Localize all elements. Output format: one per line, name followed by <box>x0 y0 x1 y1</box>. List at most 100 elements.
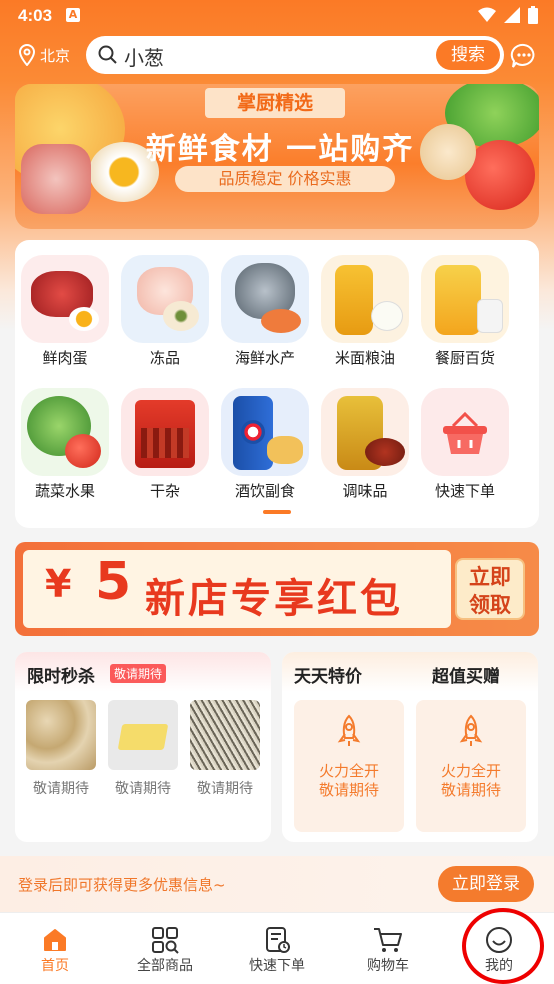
signal-icon <box>504 7 520 23</box>
tab-mine[interactable]: 我的 <box>444 925 554 975</box>
location-label: 北京 <box>40 46 71 65</box>
buy-gift-title: 超值买赠 <box>432 667 500 687</box>
bottom-tab-bar: 首页 全部商品 快速下单 购物车 我的 <box>0 912 554 984</box>
message-icon[interactable] <box>510 42 538 70</box>
category-label: 干杂 <box>149 482 180 500</box>
promo-banner[interactable]: 掌厨精选 新鲜食材 一站购齐 品质稳定 价格实惠 <box>15 84 539 229</box>
flash-item-label: 敬请期待 <box>33 781 89 797</box>
seafood-icon <box>221 255 309 343</box>
category-frozen-food[interactable]: 冻品 <box>115 255 215 368</box>
claim-coupon-button[interactable]: 立即 领取 <box>455 558 525 620</box>
search-row: 北京 小葱 搜索 <box>0 36 554 76</box>
daily-special-title: 天天特价 <box>294 667 362 687</box>
category-seasoning[interactable]: 调味品 <box>315 388 415 501</box>
flash-item[interactable]: 敬请期待 <box>25 700 97 798</box>
seasoning-icon <box>321 388 409 476</box>
search-icon <box>98 45 117 64</box>
butter-image <box>108 700 178 770</box>
category-label: 餐厨百货 <box>434 349 495 367</box>
flash-item[interactable]: 敬请期待 <box>189 700 261 798</box>
login-prompt-text: 登录后即可获得更多优惠信息~ <box>18 876 226 894</box>
kitchen-goods-icon <box>421 255 509 343</box>
category-quick-order[interactable]: 快速下单 <box>415 388 515 501</box>
page-indicator <box>263 510 291 514</box>
login-button[interactable]: 立即登录 <box>438 866 534 902</box>
order-icon <box>266 927 290 953</box>
daily-box-line-1: 火力全开 <box>318 762 379 780</box>
notification-a-icon: A <box>66 8 80 22</box>
tab-quick-order[interactable]: 快速下单 <box>222 925 332 975</box>
coupon-body: ¥ 5 新店专享红包 <box>23 550 451 628</box>
tab-label: 我的 <box>485 958 513 974</box>
daily-deals-header: 天天特价 超值买赠 <box>282 652 538 692</box>
category-vegetable-fruit[interactable]: 蔬菜水果 <box>15 388 115 501</box>
flash-sale-badge: 敬请期待 <box>110 664 167 683</box>
daily-box-line-2: 敬请期待 <box>440 781 501 799</box>
meat-egg-icon <box>21 255 109 343</box>
daily-box-line-2: 敬请期待 <box>318 781 379 799</box>
tab-label: 全部商品 <box>137 958 193 974</box>
rocket-icon <box>459 714 483 746</box>
tab-all-products[interactable]: 全部商品 <box>110 925 220 975</box>
grid-search-icon <box>152 927 179 954</box>
home-icon <box>44 929 66 951</box>
flash-sale-title: 限时秒杀 <box>27 667 95 687</box>
flash-sale-header: 限时秒杀 敬请期待 <box>15 652 271 692</box>
wifi-icon <box>478 7 496 22</box>
category-label: 冻品 <box>149 349 180 367</box>
category-label: 调味品 <box>342 482 388 500</box>
cart-icon <box>374 928 402 952</box>
buy-gift-box[interactable]: 火力全开 敬请期待 <box>416 700 526 832</box>
category-label: 酒饮副食 <box>234 482 295 500</box>
daily-special-box[interactable]: 火力全开 敬请期待 <box>294 700 404 832</box>
category-label: 蔬菜水果 <box>34 482 95 500</box>
drinks-icon <box>221 388 309 476</box>
tab-label: 快速下单 <box>249 958 305 974</box>
location-selector[interactable]: 北京 <box>18 44 70 66</box>
dried-goods-icon <box>121 388 209 476</box>
category-seafood[interactable]: 海鲜水产 <box>215 255 315 368</box>
search-bar[interactable]: 小葱 搜索 <box>86 36 504 74</box>
flash-sale-card[interactable]: 限时秒杀 敬请期待 敬请期待 敬请期待 敬请期待 <box>15 652 271 842</box>
tab-cart[interactable]: 购物车 <box>333 925 443 975</box>
noodles-image <box>190 700 260 770</box>
flash-item-label: 敬请期待 <box>115 781 171 797</box>
category-meat-egg[interactable]: 鲜肉蛋 <box>15 255 115 368</box>
category-kitchen-goods[interactable]: 餐厨百货 <box>415 255 515 368</box>
battery-icon <box>528 6 538 24</box>
status-bar: 4:03 A <box>0 0 554 32</box>
flash-item-label: 敬请期待 <box>197 781 253 797</box>
coupon-text: 新店专享红包 <box>145 576 403 622</box>
claim-line-1: 立即 <box>469 565 511 589</box>
rocket-icon <box>337 714 361 746</box>
category-rice-oil[interactable]: 米面粮油 <box>315 255 415 368</box>
basket-icon <box>421 388 509 476</box>
search-button[interactable]: 搜索 <box>436 40 500 70</box>
tab-label: 购物车 <box>367 958 409 974</box>
tab-label: 首页 <box>41 958 69 974</box>
category-label: 米面粮油 <box>334 349 395 367</box>
vegetable-fruit-icon <box>21 388 109 476</box>
frozen-food-icon <box>121 255 209 343</box>
flash-item[interactable]: 敬请期待 <box>107 700 179 798</box>
status-icons <box>478 6 538 24</box>
category-label: 鲜肉蛋 <box>42 349 88 367</box>
claim-line-2: 领取 <box>469 593 511 617</box>
meat-image <box>21 144 91 214</box>
category-dried-goods[interactable]: 干杂 <box>115 388 215 501</box>
daily-box-line-1: 火力全开 <box>440 762 501 780</box>
coupon-amount: 5 <box>95 552 132 612</box>
search-input[interactable]: 小葱 <box>124 42 164 71</box>
daily-deals-card[interactable]: 天天特价 超值买赠 火力全开 敬请期待 火力全开 敬请期待 <box>282 652 538 842</box>
login-prompt-bar: 登录后即可获得更多优惠信息~ 立即登录 <box>0 856 554 912</box>
rice-oil-icon <box>321 255 409 343</box>
new-store-coupon[interactable]: ¥ 5 新店专享红包 立即 领取 <box>15 542 539 636</box>
tab-home[interactable]: 首页 <box>0 925 110 975</box>
category-grid: 鲜肉蛋 冻品 海鲜水产 米面粮油 餐厨百货 蔬菜水果 干杂 酒饮副食 调味品 快… <box>15 240 539 528</box>
banner-title: 新鲜食材 一站购齐 <box>145 132 415 167</box>
category-drinks[interactable]: 酒饮副食 <box>215 388 315 501</box>
banner-tag: 掌厨精选 <box>205 88 345 118</box>
coupon-currency: ¥ <box>45 562 72 606</box>
status-time: 4:03 <box>18 6 53 25</box>
category-label: 海鲜水产 <box>234 349 295 367</box>
